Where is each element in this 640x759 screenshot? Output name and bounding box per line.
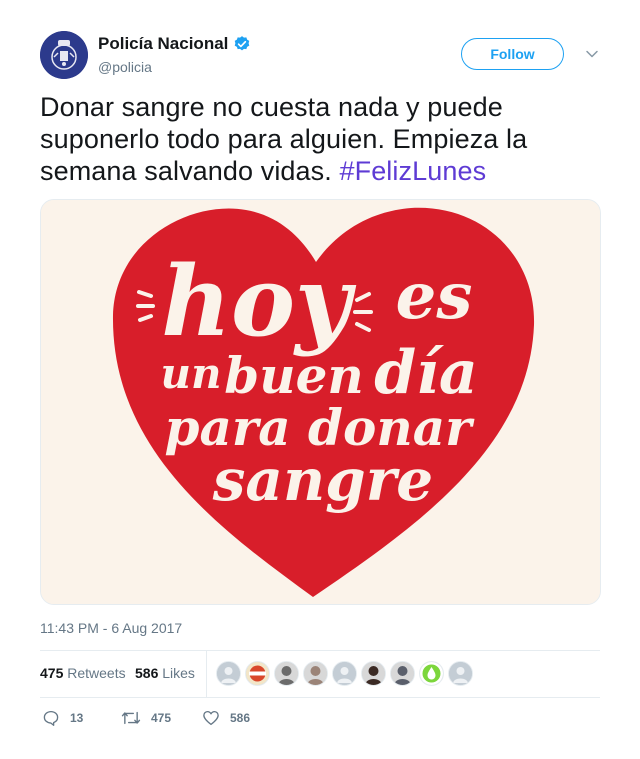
heart-donation-graphic: hoy es un buen día para donar sangre	[41, 200, 600, 604]
stats-separator	[206, 651, 207, 697]
default-avatar-icon[interactable]	[332, 661, 357, 686]
verified-badge-icon	[235, 36, 250, 51]
retweets-count: 475	[40, 665, 64, 681]
graphic-word-hoy: hoy	[161, 245, 357, 358]
tweet-image[interactable]: hoy es un buen día para donar sangre	[40, 199, 601, 605]
like-action[interactable]: 586	[202, 709, 250, 727]
photo-avatar-icon[interactable]	[274, 661, 299, 686]
default-avatar-icon[interactable]	[216, 661, 241, 686]
chevron-down-icon[interactable]	[585, 47, 599, 61]
photo-avatar-icon[interactable]	[303, 661, 328, 686]
retweet-count: 475	[151, 711, 172, 725]
tweet-header: Policía Nacional @policia Follow	[40, 31, 600, 79]
user-avatar[interactable]	[40, 31, 88, 79]
heart-icon	[203, 710, 219, 726]
tweet-stats: 475 Retweets 586 Likes	[40, 651, 600, 697]
photo-avatar-icon[interactable]	[361, 661, 386, 686]
tweet-actions: 13 475 586	[40, 705, 600, 733]
retweet-icon	[121, 711, 141, 725]
tweet-text: Donar sangre no cuesta nada y puede supo…	[40, 91, 600, 187]
likes-count: 586	[135, 665, 159, 681]
like-count: 586	[230, 711, 251, 725]
liked-by-avatars	[216, 661, 477, 686]
default-avatar-icon[interactable]	[448, 661, 473, 686]
hashtag-link[interactable]: #FelizLunes	[339, 156, 486, 186]
tweet-timestamp[interactable]: 11:43 PM - 6 Aug 2017	[40, 620, 182, 636]
reply-icon	[43, 710, 59, 726]
retweets-label: Retweets	[67, 665, 126, 681]
follow-button[interactable]: Follow	[461, 38, 564, 70]
graphic-word-es: es	[396, 259, 473, 334]
retweets-stat[interactable]: 475 Retweets	[40, 665, 126, 681]
reply-count: 13	[70, 711, 84, 725]
retweet-action[interactable]: 475	[121, 709, 171, 727]
graphic-word-buen: buen	[224, 346, 363, 405]
drop-avatar-icon[interactable]	[419, 661, 444, 686]
police-shield-icon	[40, 31, 88, 79]
display-name[interactable]: Policía Nacional	[98, 34, 228, 54]
likes-stat[interactable]: 586 Likes	[135, 665, 195, 681]
photo-avatar-icon[interactable]	[390, 661, 415, 686]
reply-action[interactable]: 13	[42, 709, 83, 727]
divider-bottom	[40, 697, 600, 698]
graphic-word-un: un	[160, 349, 221, 398]
graphic-word-sangre: sangre	[212, 446, 433, 514]
name-row: Policía Nacional	[98, 34, 251, 54]
user-handle[interactable]: @policia	[98, 59, 152, 75]
badge-avatar-icon[interactable]	[245, 661, 270, 686]
likes-label: Likes	[162, 665, 195, 681]
